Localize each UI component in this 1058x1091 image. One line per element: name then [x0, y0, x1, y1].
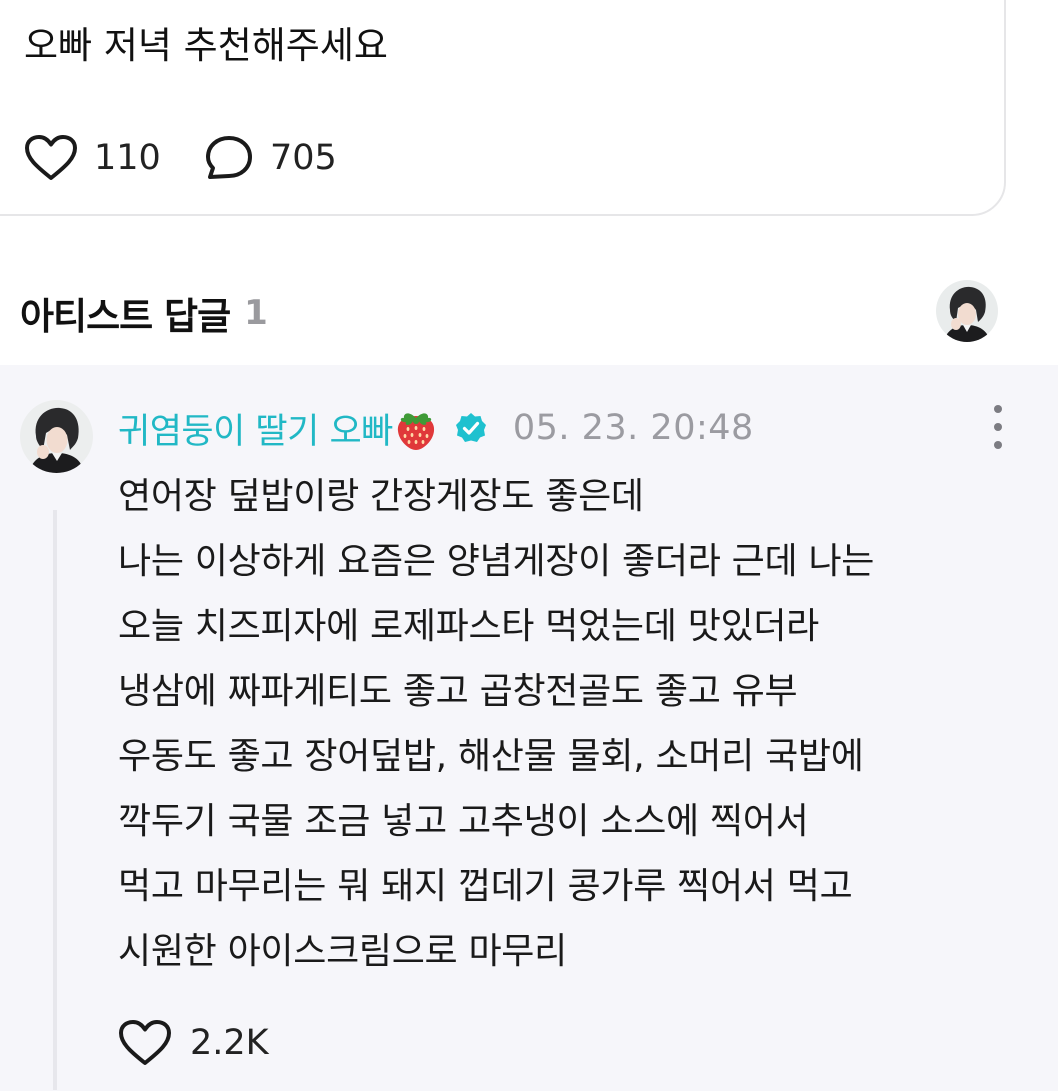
- strawberry-icon: [397, 413, 434, 450]
- post-card[interactable]: 오빠 저녁 추천해주세요 110 705: [0, 0, 1006, 216]
- post-comment-count: 705: [270, 138, 337, 178]
- reply-meta: 귀염둥이 딸기 오빠 05. 23. 20:48: [118, 400, 754, 456]
- heart-outline-icon: [119, 1020, 171, 1065]
- reply-author-avatar[interactable]: [20, 400, 93, 473]
- heart-outline-icon: [25, 135, 77, 180]
- reply-line: 오늘 치즈피자에 로제파스타 먹었는데 맛있더라: [118, 606, 819, 647]
- reply-line: 깍두기 국물 조금 넣고 고추냉이 소스에 찍어서: [118, 801, 809, 842]
- reply-text: 연어장 덮밥이랑 간장게장도 좋은데 나는 이상하게 요즘은 양념게장이 좋더라…: [118, 464, 1048, 984]
- post-like-count: 110: [94, 138, 161, 178]
- reply-like-count: 2.2K: [190, 1023, 269, 1063]
- reply-line: 시원한 아이스크림으로 마무리: [118, 931, 567, 972]
- reply-line: 냉삼에 짜파게티도 좋고 곱창전골도 좋고 유부: [118, 671, 798, 712]
- post-like-button[interactable]: 110: [24, 132, 161, 184]
- artist-avatar[interactable]: [936, 280, 998, 342]
- reply-timestamp: 05. 23. 20:48: [512, 408, 754, 448]
- reply-author-name[interactable]: 귀염둥이 딸기 오빠: [118, 403, 393, 454]
- speech-bubble-icon: [206, 136, 252, 179]
- reply-line: 나는 이상하게 요즘은 양념게장이 좋더라 근데 나는: [118, 541, 875, 582]
- page: 오빠 저녁 추천해주세요 110 705 아티스트 답글 1 귀염둥이 딸기 오…: [0, 0, 1058, 1091]
- verified-badge-icon: [455, 413, 486, 442]
- artist-replies-header: 아티스트 답글 1: [20, 283, 268, 343]
- reply-line: 먹고 마무리는 뭐 돼지 껍데기 콩가루 찍어서 먹고: [118, 866, 853, 907]
- reply-like-button[interactable]: 2.2K: [118, 1015, 269, 1071]
- post-comment-button[interactable]: 705: [204, 132, 337, 184]
- artist-reply: 귀염둥이 딸기 오빠 05. 23. 20:48 연어장 덮밥이랑 간장게장도 …: [0, 365, 1058, 1091]
- reply-line: 연어장 덮밥이랑 간장게장도 좋은데: [118, 476, 644, 517]
- more-vertical-icon[interactable]: [986, 405, 1010, 449]
- post-text: 오빠 저녁 추천해주세요: [24, 24, 388, 67]
- artist-replies-title: 아티스트 답글: [20, 295, 231, 338]
- artist-replies-count: 1: [244, 293, 268, 333]
- reply-line: 우동도 좋고 장어덮밥, 해산물 물회, 소머리 국밥에: [118, 736, 864, 777]
- thread-line: [53, 510, 57, 1090]
